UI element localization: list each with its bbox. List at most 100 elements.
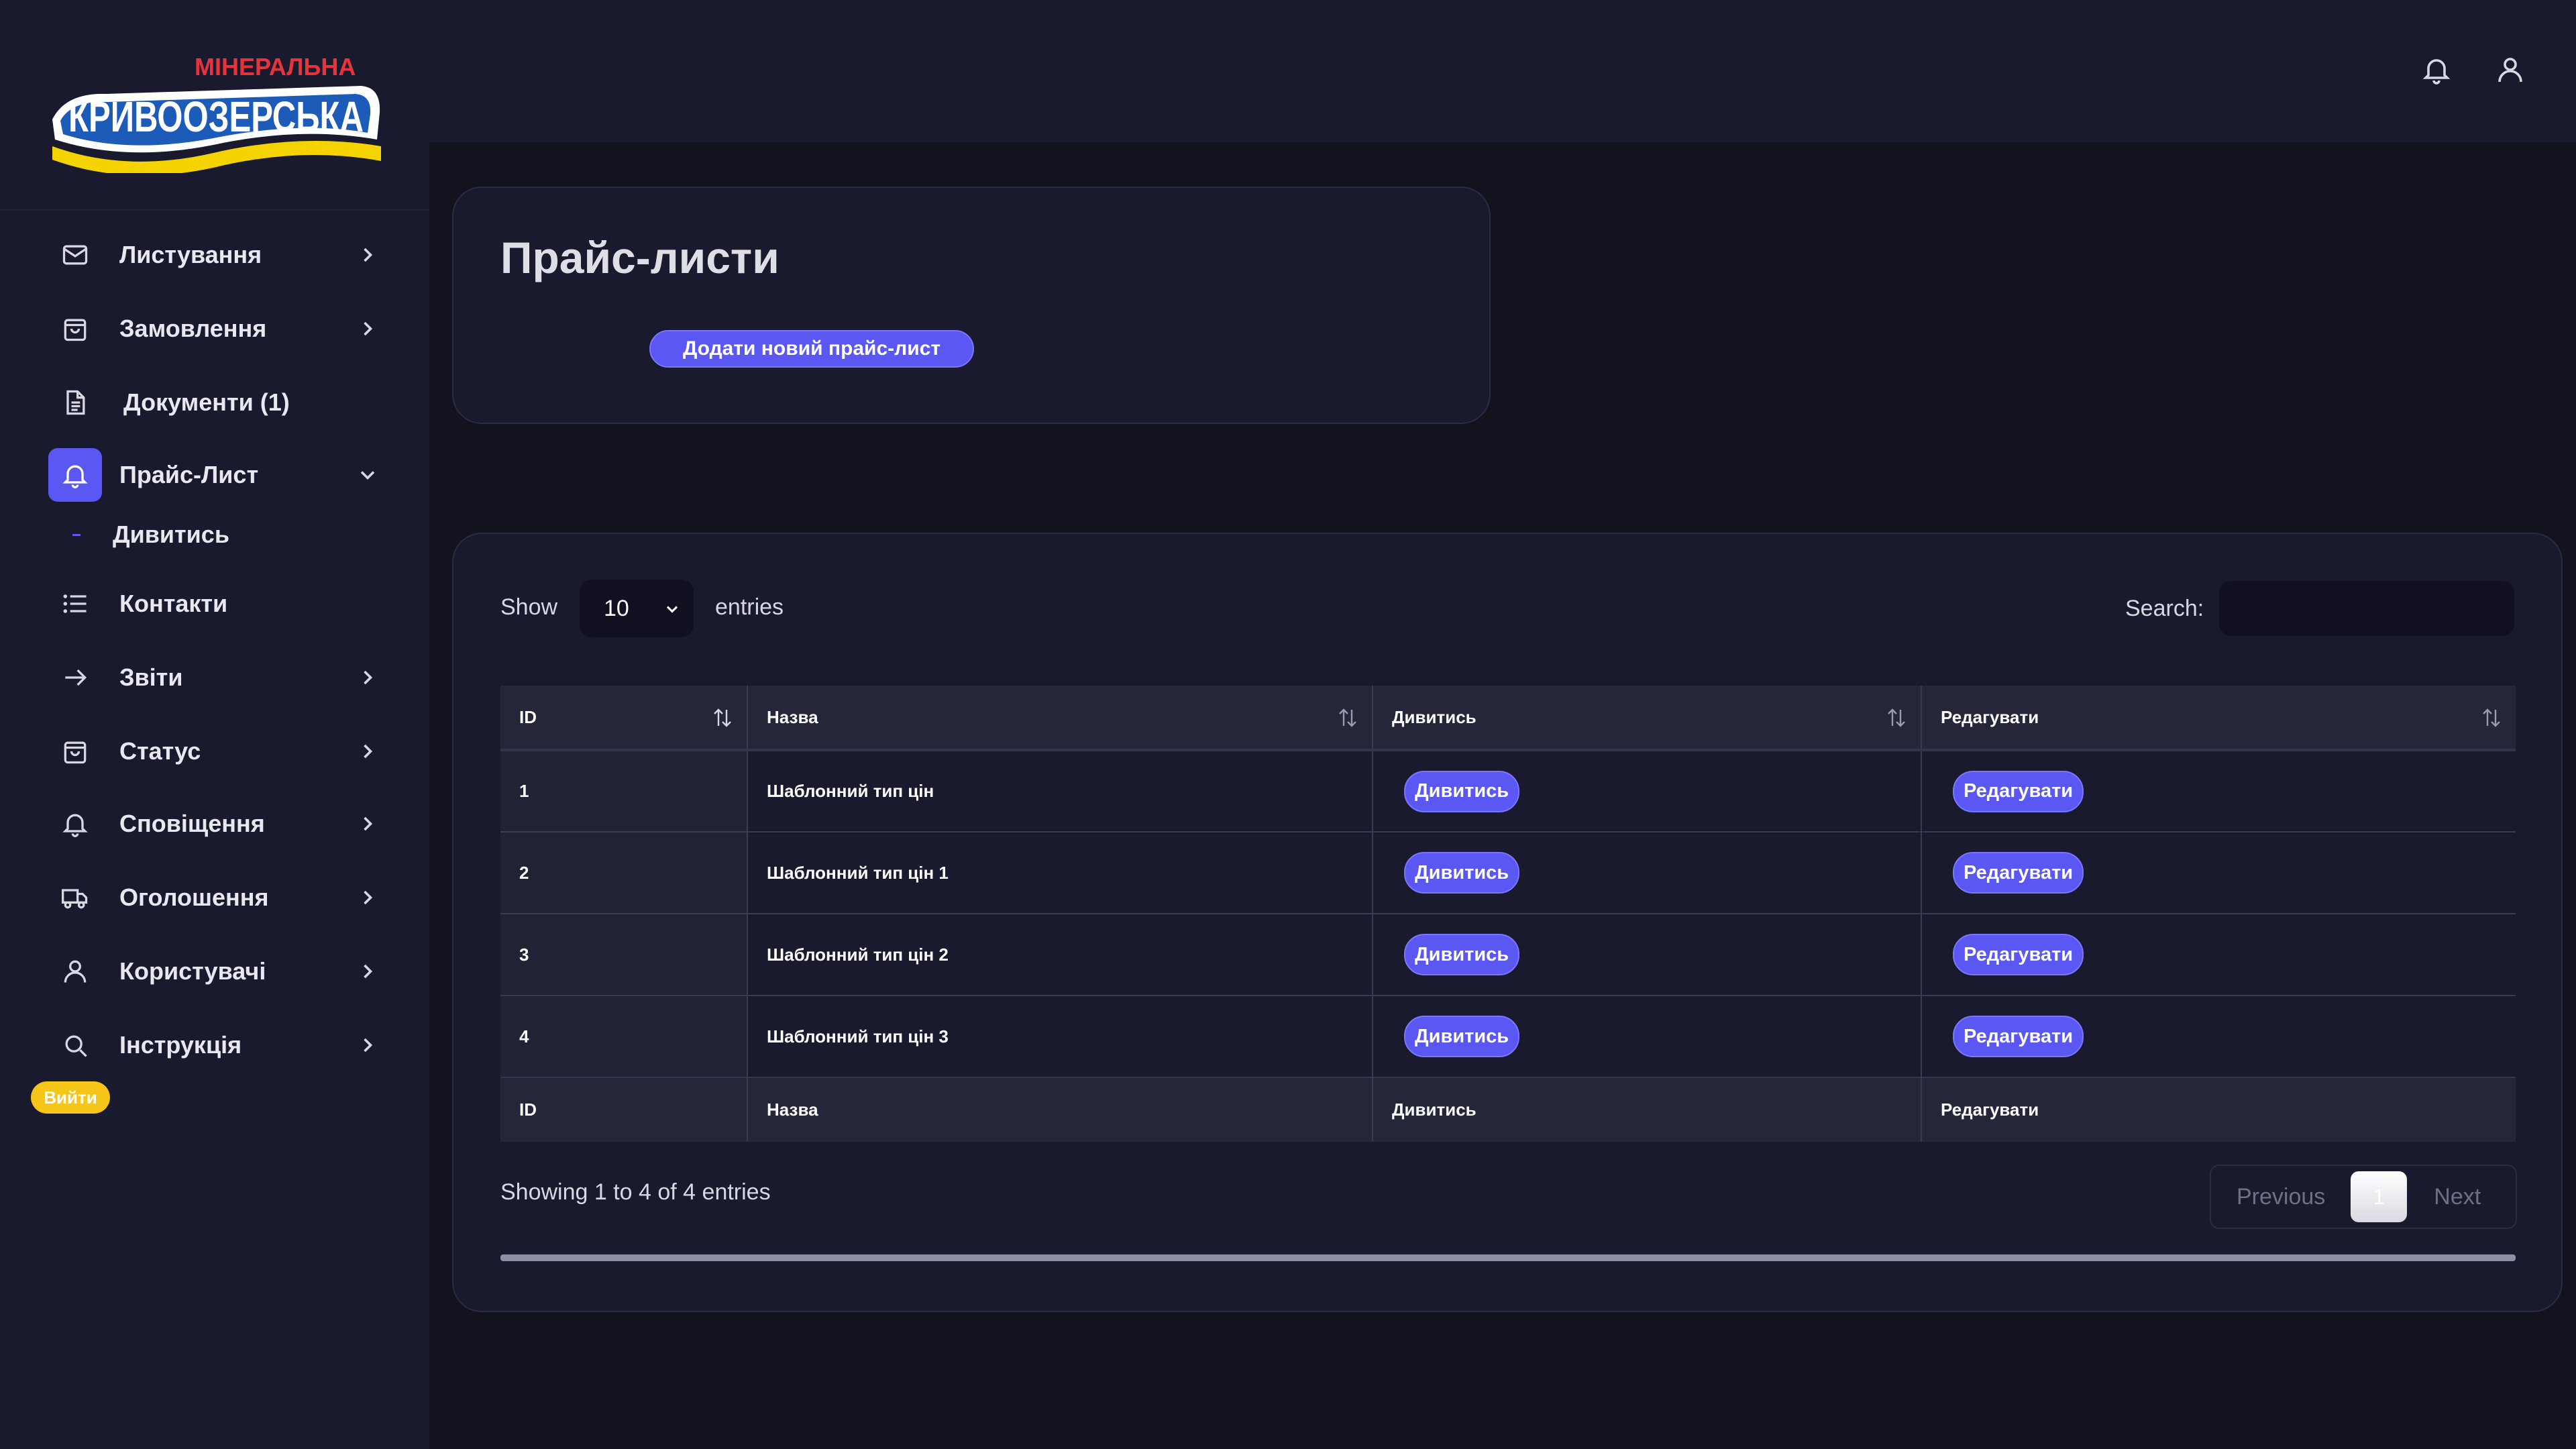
add-price-list-button[interactable]: Додати новий прайс-лист [649,330,974,368]
sidebar-item-price-list[interactable]: Прайс-Лист [48,448,380,502]
sidebar-item-label: Прайс-Лист [119,461,259,488]
sidebar-item-label: Користувачі [119,957,266,985]
edit-button[interactable]: Редагувати [1953,770,2084,812]
topbar [429,0,2576,142]
previous-page-button[interactable]: Previous [2237,1184,2325,1210]
sort-icon [1888,708,1905,727]
chevron-right-icon [364,670,373,685]
chevron-right-icon [364,744,373,759]
price-list-table: ID Назва Дивитись Редагувати 1 Шаблонний… [500,686,2516,1142]
entries-select[interactable]: 10 [580,580,694,637]
column-header-id[interactable]: ID [500,686,748,751]
cell-id: 4 [500,996,748,1077]
sidebar-item-label: Замовлення [119,315,267,342]
sub-item-label: Дивитись [113,521,229,548]
mail-icon [48,228,102,282]
shopping-bag-icon [48,302,102,356]
sidebar-item-label: Інструкція [119,1031,242,1059]
table-row: 2 Шаблонний тип цін 1 Дивитись Редагуват… [500,832,2516,914]
page-title: Прайс-листи [500,233,780,282]
cell-edit: Редагувати [1921,996,2516,1077]
chevron-down-icon [666,606,678,613]
cell-view: Дивитись [1373,832,1922,914]
column-header-label: Назва [767,706,818,727]
brand-logo[interactable]: МІНЕРАЛЬНА КРИВООЗЕРСЬКА [46,46,388,173]
column-header-label: Редагувати [1941,706,2039,727]
sidebar-subitem-view[interactable]: Дивитись [72,521,229,549]
sidebar-item-status[interactable]: Статус [51,724,380,778]
table-info: Showing 1 to 4 of 4 entries [500,1179,771,1205]
cell-view: Дивитись [1373,914,1922,996]
edit-button[interactable]: Редагувати [1953,852,2084,894]
view-button[interactable]: Дивитись [1404,852,1520,894]
sidebar-item-contacts[interactable]: Контакти [51,577,380,631]
cell-name: Шаблонний тип цін 2 [747,914,1373,996]
cell-view: Дивитись [1373,750,1922,832]
chevron-right-icon [364,248,373,262]
sidebar-item-users[interactable]: Користувачі [51,945,380,998]
sidebar-item-label: Контакти [119,590,228,617]
sidebar-item-instructions[interactable]: Інструкція [51,1018,380,1072]
edit-button[interactable]: Редагувати [1953,934,2084,975]
sidebar-item-label: Документи (1) [123,388,290,416]
cell-name: Шаблонний тип цін 1 [747,832,1373,914]
column-footer-edit: Редагувати [1921,1077,2516,1142]
search-icon [48,1018,102,1072]
sidebar-item-label: Статус [119,737,201,765]
view-button[interactable]: Дивитись [1404,934,1520,975]
cell-view: Дивитись [1373,996,1922,1077]
page-1-button[interactable]: 1 [2351,1171,2408,1222]
sub-item-dash [72,533,80,536]
search-input[interactable] [2219,581,2514,636]
edit-button[interactable]: Редагувати [1953,1016,2084,1057]
chevron-right-icon [364,816,373,831]
logo-top-text: МІНЕРАЛЬНА [195,53,356,80]
shopping-bag-icon [48,724,102,778]
sort-icon [1339,708,1356,727]
column-header-view[interactable]: Дивитись [1373,686,1922,751]
document-icon [48,376,102,429]
sidebar-item-announcements[interactable]: Оголошення [51,871,380,924]
bell-icon [48,797,102,851]
user-icon[interactable] [2494,54,2526,86]
bell-icon [48,448,102,502]
cell-name: Шаблонний тип цін [747,750,1373,832]
sidebar-item-documents[interactable]: Документи (1) [51,376,380,429]
list-icon [48,577,102,631]
chevron-right-icon [364,890,373,905]
horizontal-scrollbar[interactable] [500,1254,2516,1261]
entries-select-value: 10 [604,595,629,621]
logo-main-text: КРИВООЗЕРСЬКА [68,93,364,141]
column-header-label: ID [519,706,537,727]
arrow-right-icon [48,651,102,704]
title-card: Прайс-листи Додати новий прайс-лист [452,186,1491,424]
sidebar-item-mail[interactable]: Листування [51,228,380,282]
entries-label: entries [715,594,784,620]
show-label: Show [500,594,558,620]
search-label: Search: [2125,596,2204,621]
pagination: Previous 1 Next [2210,1165,2517,1229]
sidebar-item-orders[interactable]: Замовлення [51,302,380,356]
next-page-button[interactable]: Next [2434,1184,2481,1210]
sidebar-item-notifications[interactable]: Сповіщення [51,797,380,851]
cell-edit: Редагувати [1921,914,2516,996]
column-footer-id: ID [500,1077,748,1142]
sidebar-item-label: Оголошення [119,883,269,911]
cell-name: Шаблонний тип цін 3 [747,996,1373,1077]
sidebar-item-label: Листування [119,241,262,268]
sort-icon [2483,708,2500,727]
chevron-right-icon [364,1038,373,1053]
logo-area: МІНЕРАЛЬНА КРИВООЗЕРСЬКА [0,0,429,211]
column-header-edit[interactable]: Редагувати [1921,686,2516,751]
column-header-name[interactable]: Назва [747,686,1373,751]
cell-edit: Редагувати [1921,832,2516,914]
view-button[interactable]: Дивитись [1404,770,1520,812]
table-row: 3 Шаблонний тип цін 2 Дивитись Редагуват… [500,914,2516,996]
table-header-row: ID Назва Дивитись Редагувати [500,686,2516,751]
view-button[interactable]: Дивитись [1404,1016,1520,1057]
table-row: 1 Шаблонний тип цін Дивитись Редагувати [500,750,2516,832]
truck-icon [48,871,102,924]
sidebar-item-reports[interactable]: Звіти [51,651,380,704]
logout-button[interactable]: Вийти [31,1081,110,1114]
bell-icon[interactable] [2420,54,2453,86]
